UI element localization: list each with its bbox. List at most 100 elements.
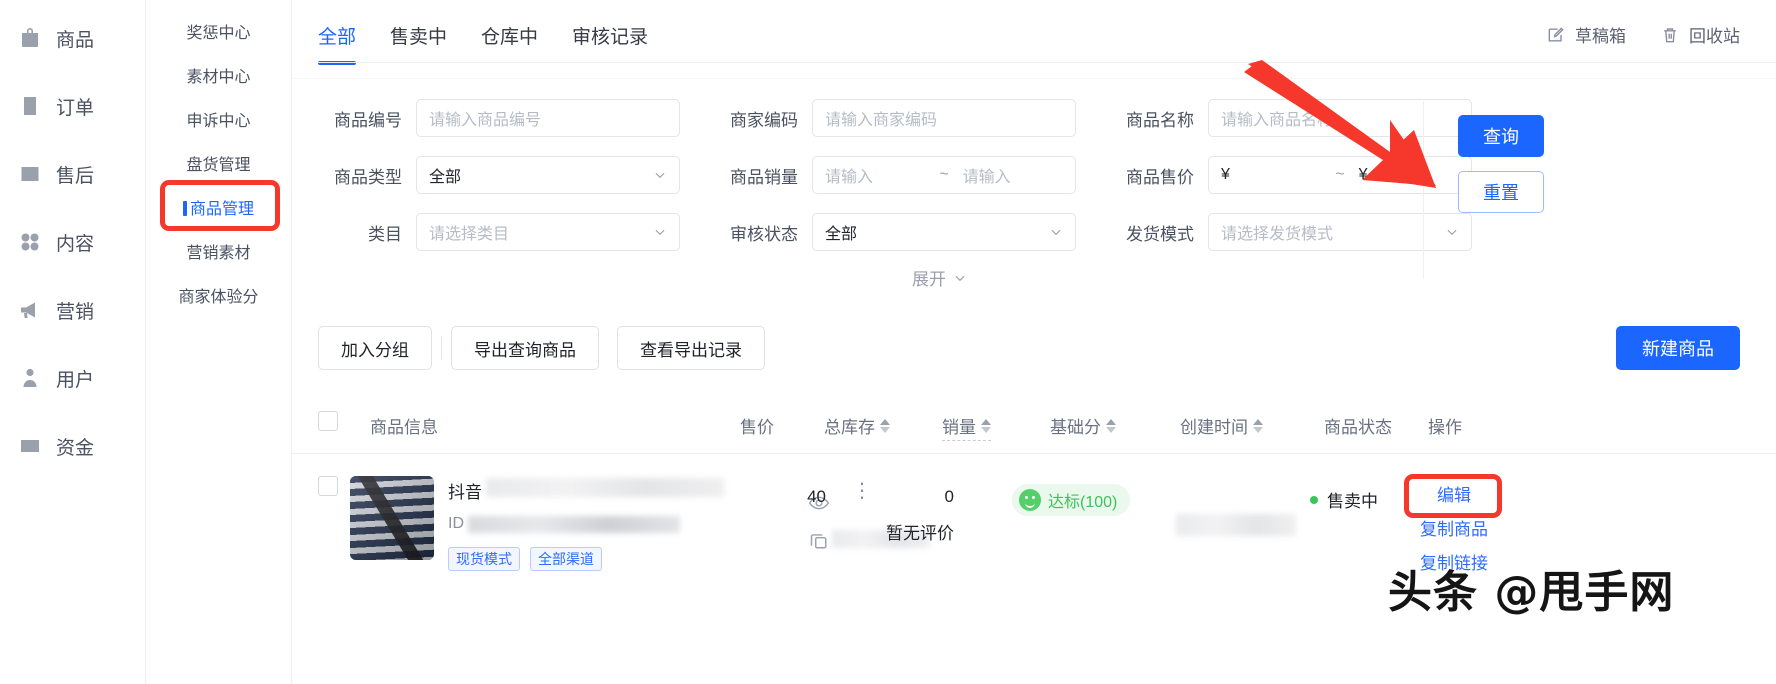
sidebar-item-content[interactable]: 内容 <box>0 208 145 276</box>
filter-product-price: 商品售价 ¥ ~ ¥ <box>1110 156 1472 194</box>
reset-button[interactable]: 重置 <box>1458 171 1544 213</box>
sidebar-item-products[interactable]: 商品 <box>0 4 145 72</box>
sidebar-item-material-center[interactable]: 素材中心 <box>146 56 291 100</box>
sidebar-item-inventory-management[interactable]: 盘货管理 <box>146 144 291 188</box>
tab-in-warehouse[interactable]: 仓库中 <box>481 22 538 65</box>
category-select[interactable]: 请选择类目 <box>416 213 680 251</box>
header-create-time[interactable]: 创建时间 <box>1180 413 1263 438</box>
filter-label: 商品名称 <box>1126 110 1194 130</box>
new-product-button[interactable]: 新建商品 <box>1616 326 1740 370</box>
expand-filters-toggle[interactable]: 展开 <box>912 265 967 290</box>
column-label: 创建时间 <box>1180 418 1248 437</box>
header-total-stock[interactable]: 总库存 <box>824 413 890 438</box>
product-type-select[interactable]: 全部 <box>416 156 680 194</box>
edit-link[interactable]: 编辑 <box>1408 479 1500 513</box>
filter-label: 商品类型 <box>334 167 402 187</box>
product-sales-range[interactable]: 请输入 ~ 请输入 <box>812 156 1076 194</box>
search-button[interactable]: 查询 <box>1458 115 1544 157</box>
sidebar-item-merchant-experience-score[interactable]: 商家体验分 <box>146 276 291 320</box>
export-query-products-button[interactable]: 导出查询商品 <box>451 326 599 370</box>
product-title-prefix: 抖音 <box>448 483 482 502</box>
sort-icon[interactable] <box>1106 418 1116 433</box>
merchant-code-input[interactable]: 请输入商家编码 <box>812 99 1076 137</box>
sidebar-item-label: 盘货管理 <box>186 157 251 174</box>
sidebar-item-label: 营销 <box>56 301 95 323</box>
product-price-range[interactable]: ¥ ~ ¥ <box>1208 156 1472 194</box>
status-dot-icon <box>1310 495 1318 504</box>
tab-label: 仓库中 <box>481 27 539 48</box>
select-value: 全部 <box>429 169 462 186</box>
status-badge: 售卖中 <box>1310 487 1378 512</box>
delivery-mode-select[interactable]: 请选择发货模式 <box>1208 213 1472 251</box>
sidebar-item-reward-center[interactable]: 奖惩中心 <box>146 12 291 56</box>
sidebar-item-label: 申诉中心 <box>186 113 251 130</box>
chevron-down-icon <box>1049 225 1063 239</box>
toolbar-buttons: 加入分组 导出查询商品 查看导出记录 <box>318 326 765 370</box>
filter-product-name: 商品名称 请输入商品名称 <box>1110 99 1472 137</box>
sidebar-item-product-management[interactable]: 商品管理 <box>146 188 291 232</box>
recycle-bin-link[interactable]: 回收站 <box>1660 22 1740 47</box>
select-placeholder: 请选择发货模式 <box>1221 226 1334 243</box>
tab-bar: 全部 售卖中 仓库中 审核记录 草稿箱 回收站 <box>292 0 1776 78</box>
filter-audit-status: 审核状态 全部 <box>714 213 1076 251</box>
sidebar-item-label: 商家体验分 <box>178 289 259 306</box>
product-id-redacted <box>468 515 680 533</box>
add-to-group-button[interactable]: 加入分组 <box>318 326 432 370</box>
sidebar-item-aftersale[interactable]: 售后 <box>0 140 145 208</box>
filter-label: 发货模式 <box>1126 224 1194 244</box>
sidebar-item-marketing[interactable]: 营销 <box>0 276 145 344</box>
filter-product-type: 商品类型 全部 <box>318 156 680 194</box>
clipboard-icon <box>18 94 42 118</box>
tab-audit-record[interactable]: 审核记录 <box>572 22 648 65</box>
sort-icon[interactable] <box>981 418 991 433</box>
main-content: 全部 售卖中 仓库中 审核记录 草稿箱 回收站 商品编号 请输入商品编号 商家编… <box>292 0 1776 684</box>
sales-from-input[interactable]: 请输入 <box>813 163 937 187</box>
sort-icon[interactable] <box>1253 418 1263 433</box>
sidebar-item-label: 资金 <box>56 437 95 459</box>
sidebar-item-orders[interactable]: 订单 <box>0 72 145 140</box>
price-to-input[interactable]: ¥ <box>1347 166 1471 184</box>
currency-prefix: ¥ <box>1221 166 1230 183</box>
trash-icon <box>1660 25 1680 45</box>
chevron-down-icon <box>653 225 667 239</box>
product-management-page: 商品 订单 售后 内容 营销 用户 资金 奖惩中心 素材中心 申诉中心 盘货管理… <box>0 0 1776 684</box>
more-actions-icon[interactable]: ⋮ <box>852 481 872 501</box>
copy-icon[interactable] <box>808 530 830 557</box>
chevron-down-icon <box>653 168 667 182</box>
sidebar-item-label: 订单 <box>56 97 95 119</box>
product-thumbnail[interactable] <box>350 476 434 560</box>
column-label: 销量 <box>942 418 976 437</box>
expand-label: 展开 <box>912 270 946 289</box>
audit-status-select[interactable]: 全部 <box>812 213 1076 251</box>
product-table: 商品信息 售价 总库存 销量 基础分 创建时间 商品状态 操作 抖音 ID 现货… <box>292 391 1776 684</box>
recycle-bin-label: 回收站 <box>1689 27 1740 46</box>
sales-to-input[interactable]: 请输入 <box>951 163 1075 187</box>
input-placeholder: 请输入商家编码 <box>825 112 938 129</box>
header-base-score[interactable]: 基础分 <box>1050 413 1116 438</box>
copy-product-link[interactable]: 复制商品 <box>1408 513 1500 547</box>
base-score-badge: 达标(100) <box>1012 484 1131 516</box>
product-code-input[interactable]: 请输入商品编号 <box>416 99 680 137</box>
tab-on-sale[interactable]: 售卖中 <box>390 22 447 65</box>
sidebar-item-label: 用户 <box>56 369 95 391</box>
price-from-input[interactable]: ¥ <box>1209 166 1333 184</box>
filter-product-code: 商品编号 请输入商品编号 <box>318 99 680 137</box>
sort-icon[interactable] <box>880 418 890 433</box>
header-sales[interactable]: 销量 <box>942 413 991 441</box>
sidebar-item-marketing-material[interactable]: 营销素材 <box>146 232 291 276</box>
cell-total-stock: 40 <box>807 487 826 506</box>
product-tags: 现货模式 全部渠道 <box>448 547 778 571</box>
sidebar-item-finance[interactable]: 资金 <box>0 412 145 480</box>
product-title-redacted <box>486 478 724 497</box>
row-checkbox[interactable] <box>318 476 338 496</box>
megaphone-icon <box>18 298 42 322</box>
view-export-records-button[interactable]: 查看导出记录 <box>617 326 765 370</box>
sidebar-item-appeal-center[interactable]: 申诉中心 <box>146 100 291 144</box>
filter-actions: 查询 重置 <box>1458 115 1544 213</box>
draft-box-link[interactable]: 草稿箱 <box>1546 22 1626 47</box>
product-name-input[interactable]: 请输入商品名称 <box>1208 99 1472 137</box>
sidebar-item-users[interactable]: 用户 <box>0 344 145 412</box>
select-all-checkbox[interactable] <box>318 411 338 431</box>
input-placeholder: 请输入商品名称 <box>1221 112 1334 129</box>
tab-all[interactable]: 全部 <box>318 22 357 65</box>
